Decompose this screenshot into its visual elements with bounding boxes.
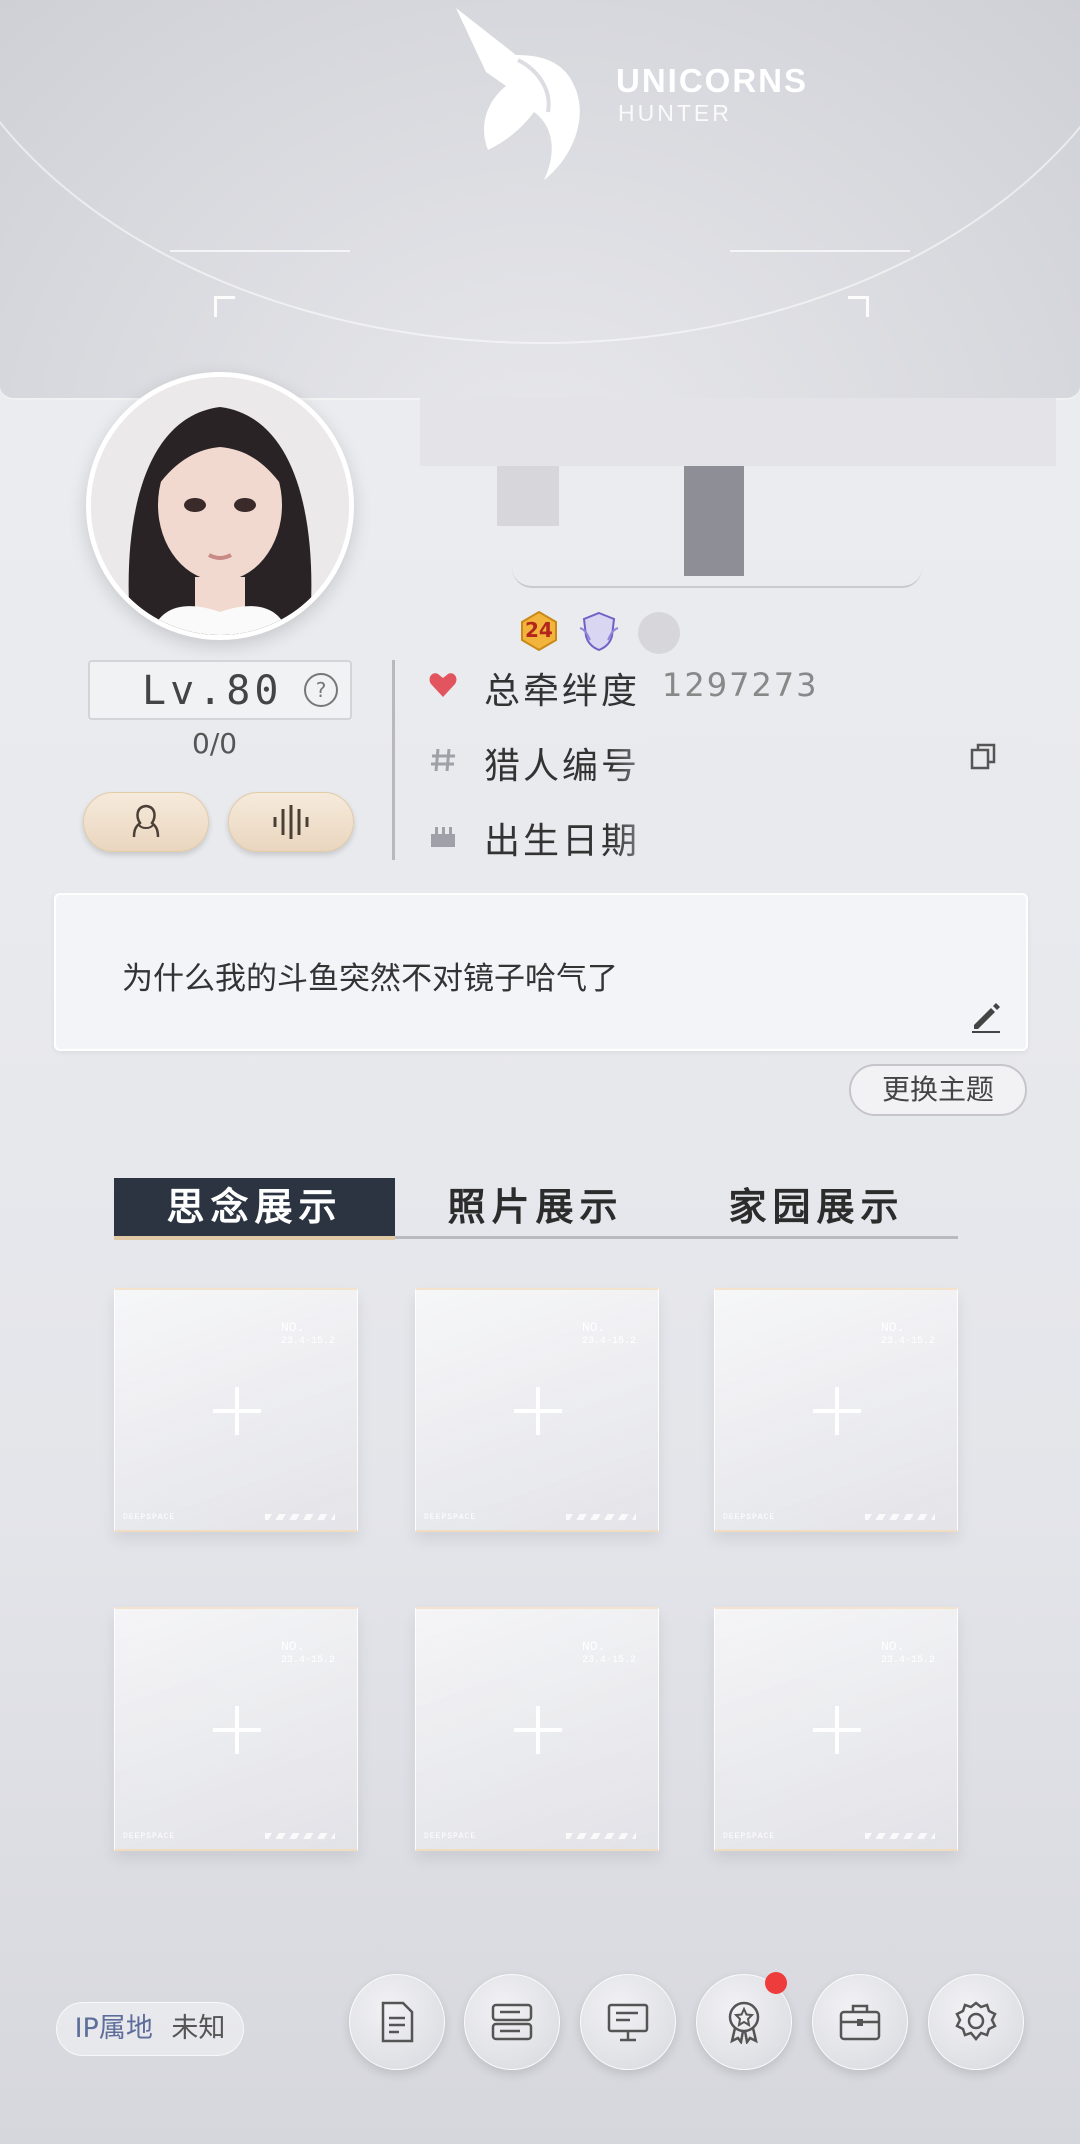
settings-button[interactable] <box>928 1974 1024 2070</box>
cake-icon <box>431 827 455 847</box>
brand-logo: UNICORNS HUNTER <box>448 0 848 200</box>
document-button[interactable] <box>349 1974 445 2070</box>
briefcase-icon <box>839 2004 881 2041</box>
level-text: Lv.80 <box>142 668 283 714</box>
voice-button[interactable] <box>228 792 354 852</box>
slot-footer: DEEPSPACE <box>123 1513 176 1522</box>
slot-code: 23.4-15.2 <box>281 1336 336 1347</box>
monitor-icon <box>607 2003 649 2042</box>
slot-no: NO. <box>281 1639 305 1654</box>
slot-stripes <box>865 1833 935 1839</box>
slot-code: 23.4-15.2 <box>881 1336 936 1347</box>
level-badge[interactable]: 24 <box>518 610 560 652</box>
signature-box[interactable]: 为什么我的斗鱼突然不对镜子哈气了 <box>54 893 1028 1051</box>
hash-icon <box>431 748 455 772</box>
slot-no: NO. <box>582 1639 606 1654</box>
plus-icon <box>213 1387 261 1435</box>
unicorn-icon <box>456 8 580 180</box>
bond-label: 总牵绊度 <box>484 671 641 712</box>
slot-no: NO. <box>582 1320 606 1335</box>
ip-value: 未知 <box>171 2013 226 2044</box>
name-redaction <box>497 466 559 526</box>
tab-photos[interactable]: 照片展示 <box>395 1178 676 1236</box>
server-icon <box>491 2003 533 2041</box>
avatar-change-button[interactable] <box>83 792 209 852</box>
document-icon <box>381 2001 414 2043</box>
change-theme-button[interactable]: 更换主题 <box>849 1064 1027 1116</box>
display-button[interactable] <box>580 1974 676 2070</box>
hud-line <box>170 250 350 252</box>
showcase-slot[interactable]: NO. 23.4-15.2 DEEPSPACE <box>114 1607 358 1851</box>
showcase-slot[interactable]: NO. 23.4-15.2 DEEPSPACE <box>714 1288 958 1532</box>
slot-footer: DEEPSPACE <box>424 1832 477 1841</box>
slot-no: NO. <box>281 1320 305 1335</box>
brand-subtitle: HUNTER <box>618 100 732 126</box>
shield-icon <box>579 611 619 652</box>
archive-button[interactable] <box>464 1974 560 2070</box>
award-icon <box>728 2001 760 2044</box>
hud-bracket <box>214 296 235 317</box>
showcase-tabs: 思念展示 照片展示 家园展示 <box>114 1178 958 1240</box>
slot-code: 23.4-15.2 <box>582 1336 637 1347</box>
plus-icon <box>813 1387 861 1435</box>
ip-location: IP属地 未知 <box>56 2002 244 2056</box>
copy-icon[interactable] <box>968 742 998 772</box>
showcase-slot[interactable]: NO. 23.4-15.2 DEEPSPACE <box>415 1288 659 1532</box>
slot-no: NO. <box>881 1320 905 1335</box>
slot-footer: DEEPSPACE <box>723 1513 776 1522</box>
slot-stripes <box>566 1833 636 1839</box>
voice-wave-icon <box>273 805 309 839</box>
badge-slot[interactable] <box>638 612 680 654</box>
person-icon <box>132 804 160 838</box>
bond-stat: 总牵绊度 1297273 <box>428 662 1028 712</box>
badge-number: 24 <box>525 618 553 642</box>
signature-text: 为什么我的斗鱼突然不对镜子哈气了 <box>122 961 618 997</box>
slot-code: 23.4-15.2 <box>881 1655 936 1666</box>
slot-stripes <box>566 1514 636 1520</box>
info-redaction <box>610 730 1030 894</box>
pencil-icon[interactable] <box>968 999 1004 1035</box>
name-frame <box>512 560 922 588</box>
name-redaction <box>420 398 1056 466</box>
rank-badge[interactable] <box>578 610 620 652</box>
exp-progress: 0/0 <box>192 727 238 760</box>
plus-icon <box>213 1706 261 1754</box>
ip-label: IP属地 <box>74 2013 153 2044</box>
heart-icon <box>429 673 457 697</box>
settings-icon <box>955 2001 997 2041</box>
tab-home[interactable]: 家园展示 <box>676 1178 957 1236</box>
level-box: Lv.80 ? <box>88 660 352 720</box>
tab-memories[interactable]: 思念展示 <box>114 1178 395 1240</box>
avatar-portrait <box>91 377 349 635</box>
slot-stripes <box>865 1514 935 1520</box>
divider <box>392 660 395 860</box>
avatar[interactable] <box>86 372 354 640</box>
showcase-slot[interactable]: NO. 23.4-15.2 DEEPSPACE <box>714 1607 958 1851</box>
plus-icon <box>514 1706 562 1754</box>
slot-no: NO. <box>881 1639 905 1654</box>
notification-dot <box>765 1972 787 1994</box>
slot-stripes <box>265 1833 335 1839</box>
showcase-slot[interactable]: NO. 23.4-15.2 DEEPSPACE <box>415 1607 659 1851</box>
showcase-slot[interactable]: NO. 23.4-15.2 DEEPSPACE <box>114 1288 358 1532</box>
brand-title: UNICORNS <box>616 62 809 99</box>
slot-footer: DEEPSPACE <box>123 1832 176 1841</box>
slot-code: 23.4-15.2 <box>281 1655 336 1666</box>
slot-code: 23.4-15.2 <box>582 1655 637 1666</box>
plus-icon <box>514 1387 562 1435</box>
slot-footer: DEEPSPACE <box>424 1513 477 1522</box>
hud-bracket <box>848 296 869 317</box>
header-banner: UNICORNS HUNTER <box>0 0 1080 400</box>
slot-stripes <box>265 1514 335 1520</box>
hud-line <box>730 250 910 252</box>
inventory-button[interactable] <box>812 1974 908 2070</box>
bond-value: 1297273 <box>662 666 819 704</box>
slot-footer: DEEPSPACE <box>723 1832 776 1841</box>
plus-icon <box>813 1706 861 1754</box>
help-icon[interactable]: ? <box>304 673 338 707</box>
